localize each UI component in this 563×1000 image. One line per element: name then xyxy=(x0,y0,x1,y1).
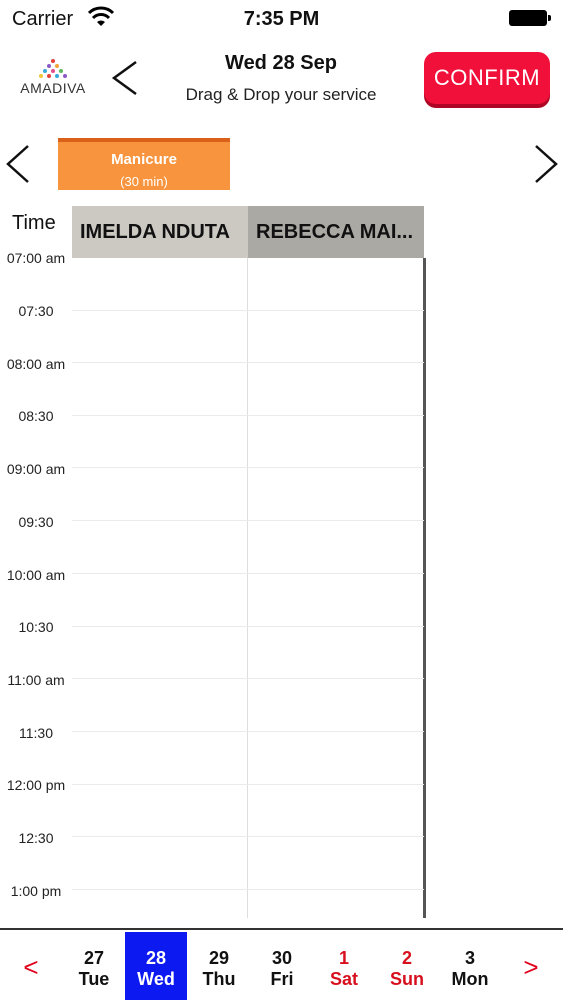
day-name: Wed xyxy=(137,969,175,989)
day-name: Sat xyxy=(329,969,358,989)
time-column-header: Time xyxy=(12,212,56,234)
page-subtitle: Drag & Drop your service xyxy=(185,85,377,104)
day-number: 27 xyxy=(83,948,105,968)
day-wed-28[interactable]: 28 Wed xyxy=(125,932,187,1000)
service-duration: (30 min) xyxy=(120,174,168,189)
slot-label: 07:30 xyxy=(18,303,54,319)
logo-mark-icon xyxy=(39,59,67,78)
slot-line xyxy=(72,520,424,521)
slot-line xyxy=(72,362,424,363)
day-number: 28 xyxy=(145,948,167,968)
day-name: Mon xyxy=(451,969,489,989)
status-bar: Carrier 7:35 PM xyxy=(0,0,563,40)
day-sun-2[interactable]: 2 Sun xyxy=(376,932,438,1000)
prev-week-button[interactable]: < xyxy=(16,952,46,983)
slot-line xyxy=(72,784,424,785)
confirm-button[interactable]: CONFIRM xyxy=(424,52,550,104)
slot-line xyxy=(72,836,424,837)
staff-column-imelda[interactable]: IMELDA NDUTA xyxy=(72,206,248,258)
staff-column-rebecca[interactable]: REBECCA MAI... xyxy=(248,206,424,258)
status-time: 7:35 PM xyxy=(243,8,320,30)
slot-label: 10:30 xyxy=(18,619,54,635)
day-number: 2 xyxy=(401,948,412,968)
back-chevron-icon[interactable] xyxy=(108,58,142,98)
slot-line xyxy=(72,731,424,732)
day-number: 3 xyxy=(464,948,475,968)
slot-line xyxy=(72,415,424,416)
slot-line xyxy=(72,889,424,890)
day-name: Tue xyxy=(78,969,110,989)
schedule-grid[interactable] xyxy=(72,258,426,918)
day-thu-29[interactable]: 29 Thu xyxy=(188,932,250,1000)
slot-label: 08:30 xyxy=(18,408,54,424)
day-name: Thu xyxy=(202,969,236,989)
day-name: Sun xyxy=(390,969,424,989)
day-number: 29 xyxy=(208,948,230,968)
slot-label: 09:30 xyxy=(18,514,54,530)
day-mon-3[interactable]: 3 Mon xyxy=(439,932,501,1000)
day-name: Fri xyxy=(270,969,294,989)
slot-line xyxy=(72,467,424,468)
service-card-manicure[interactable]: Manicure (30 min) xyxy=(58,138,230,190)
day-number: 30 xyxy=(271,948,293,968)
prev-service-chevron-icon[interactable] xyxy=(2,142,36,186)
slot-label: 12:30 xyxy=(18,830,54,846)
amadiva-logo: AMADIVA xyxy=(18,58,88,98)
slot-label: 11:00 am xyxy=(7,672,65,688)
battery-icon xyxy=(509,10,551,26)
day-tue-27[interactable]: 27 Tue xyxy=(63,932,125,1000)
day-fri-30[interactable]: 30 Fri xyxy=(251,932,313,1000)
day-number: 1 xyxy=(338,948,349,968)
slot-line xyxy=(72,310,424,311)
slot-label: 07:00 am xyxy=(6,250,66,266)
column-divider xyxy=(247,258,248,918)
slot-label: 1:00 pm xyxy=(10,883,62,899)
grid-right-edge xyxy=(423,258,426,918)
slot-line xyxy=(72,573,424,574)
slot-label: 09:00 am xyxy=(6,461,66,477)
slot-line xyxy=(72,678,424,679)
logo-text: AMADIVA xyxy=(20,80,86,96)
slot-label: 12:00 pm xyxy=(6,777,66,793)
day-sat-1[interactable]: 1 Sat xyxy=(313,932,375,1000)
slot-label: 11:30 xyxy=(19,725,53,741)
slot-line xyxy=(72,626,424,627)
next-week-button[interactable]: > xyxy=(516,952,546,983)
slot-label: 08:00 am xyxy=(6,356,66,372)
slot-label: 10:00 am xyxy=(6,567,66,583)
service-name: Manicure xyxy=(111,151,177,168)
next-service-chevron-icon[interactable] xyxy=(528,142,562,186)
page-title: Wed 28 Sep xyxy=(225,52,337,74)
